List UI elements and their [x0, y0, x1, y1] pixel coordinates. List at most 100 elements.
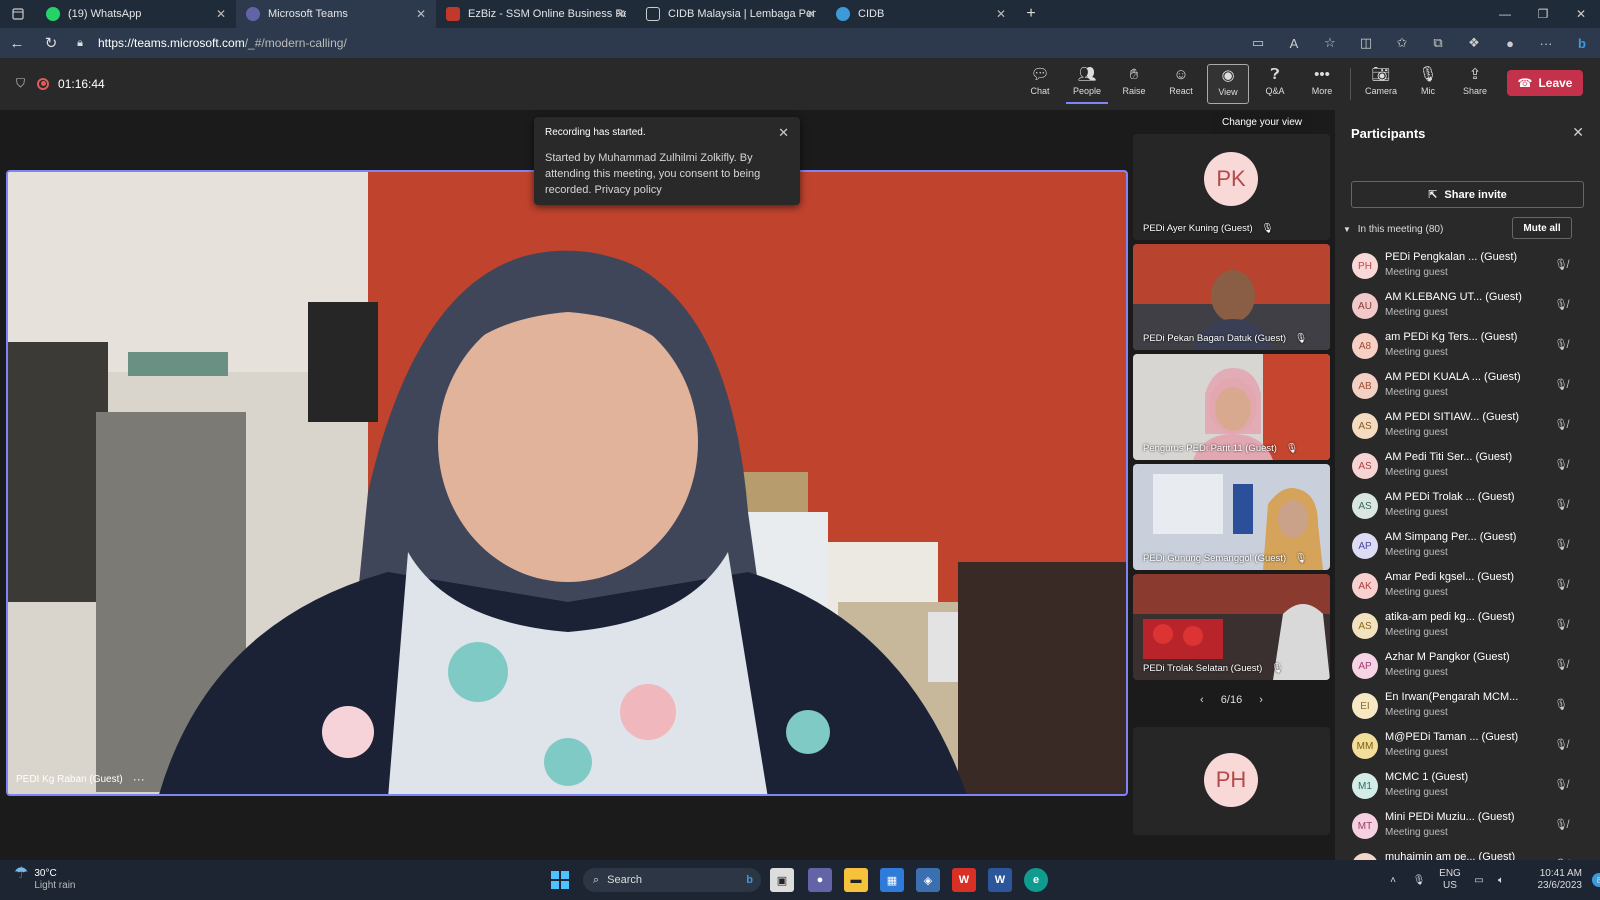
- mic-off-icon[interactable]: 🎙︎̸: [1554, 418, 1568, 431]
- video-tile-ph[interactable]: PH: [1133, 727, 1330, 835]
- file-explorer-icon[interactable]: ▬: [844, 868, 868, 892]
- participant-row[interactable]: AS AM PEDI SITIAW... (Guest) Meeting guest…: [1335, 406, 1600, 446]
- tab-teams[interactable]: Microsoft Teams ✕: [236, 0, 436, 28]
- video-tile-parit-11[interactable]: Pengurus PEDi Parit 11 (Guest) 🎙︎: [1133, 354, 1330, 460]
- mic-off-icon[interactable]: 🎙︎̸: [1554, 458, 1568, 471]
- clock[interactable]: 10:41 AM 23/6/2023: [1512, 868, 1583, 892]
- participant-row[interactable]: M1 MCMC 1 (Guest) Meeting guest 🎙︎̸: [1335, 766, 1600, 806]
- view-button[interactable]: ◉ View: [1207, 64, 1249, 104]
- mic-off-icon[interactable]: 🎙︎̸: [1554, 498, 1568, 511]
- extensions-icon[interactable]: ❖: [1456, 35, 1492, 51]
- mic-off-icon[interactable]: 🎙︎̸: [1554, 298, 1568, 311]
- close-icon[interactable]: ✕: [996, 7, 1006, 21]
- mic-off-icon[interactable]: 🎙︎̸: [1554, 818, 1568, 831]
- raise-hand-button[interactable]: ✋︎ Raise: [1113, 64, 1155, 104]
- participant-row[interactable]: AS AM PEDi Trolak ... (Guest) Meeting gues…: [1335, 486, 1600, 526]
- chevron-right-icon[interactable]: ›: [1259, 694, 1263, 706]
- in-meeting-header[interactable]: ▼ In this meeting (80): [1343, 224, 1443, 235]
- share-invite-button[interactable]: ⇱ Share invite: [1351, 181, 1584, 208]
- participant-row[interactable]: PH PEDi Pengkalan ... (Guest) Meeting gues…: [1335, 246, 1600, 286]
- lock-icon[interactable]: 🔒︎: [68, 37, 92, 50]
- mic-off-icon[interactable]: 🎙︎̸: [1554, 338, 1568, 351]
- participant-row[interactable]: AP Azhar M Pangkor (Guest) Meeting guest 🎙︎…: [1335, 646, 1600, 686]
- participant-row[interactable]: MAmuhaimin am pe... (Guest)Meeting guest…: [1335, 846, 1600, 860]
- favorite-icon[interactable]: ☆: [1312, 35, 1348, 51]
- taskbar-search[interactable]: ⌕ Search b: [583, 868, 761, 892]
- store-icon[interactable]: ▦: [880, 868, 904, 892]
- back-icon[interactable]: ←: [0, 35, 34, 52]
- collections-icon[interactable]: ⧉: [1420, 35, 1456, 51]
- refresh-icon[interactable]: ↻: [34, 34, 68, 52]
- weather-widget[interactable]: ☂ 30°C Light rain: [14, 866, 75, 892]
- participant-row[interactable]: EI En Irwan(Pengarah MCM... Meeting guest 🎙…: [1335, 686, 1600, 726]
- participant-row[interactable]: AS atika-am pedi kg... (Guest) Meeting gue…: [1335, 606, 1600, 646]
- participant-row[interactable]: A8 am PEDi Kg Ters... (Guest) Meeting gues…: [1335, 326, 1600, 366]
- video-tile-trolak-selatan[interactable]: PEDi Trolak Selatan (Guest) 🎙︎: [1133, 574, 1330, 680]
- close-icon[interactable]: ✕: [416, 7, 426, 21]
- read-aloud-icon[interactable]: A: [1276, 36, 1312, 51]
- url-field[interactable]: https://teams.microsoft.com/_#/modern-ca…: [98, 36, 347, 50]
- wps-office-icon[interactable]: W: [952, 868, 976, 892]
- chevron-left-icon[interactable]: ‹: [1200, 694, 1204, 706]
- mic-off-icon[interactable]: 🎙︎̸: [1554, 738, 1568, 751]
- settings-more-icon[interactable]: ···: [1528, 36, 1564, 51]
- video-tile-pekan-bagan-datuk[interactable]: PEDi Pekan Bagan Datuk (Guest) 🎙︎: [1133, 244, 1330, 350]
- restore-icon[interactable]: ❐: [1524, 7, 1562, 21]
- more-button[interactable]: ••• More: [1301, 64, 1343, 104]
- task-view-icon[interactable]: ▣: [770, 868, 794, 892]
- mic-icon[interactable]: 🎙︎: [1406, 875, 1432, 886]
- participant-row[interactable]: AS AM Pedi Titi Ser... (Guest) Meeting gue…: [1335, 446, 1600, 486]
- video-icon[interactable]: ▭: [1240, 35, 1276, 51]
- chat-button[interactable]: 💬︎ Chat: [1019, 64, 1061, 104]
- video-tile-ayer-kuning[interactable]: PK PEDi Ayer Kuning (Guest) 🎙︎: [1133, 134, 1330, 240]
- mic-off-icon[interactable]: 🎙︎̸: [1554, 658, 1568, 671]
- participant-row[interactable]: AU AM KLEBANG UT... (Guest) Meeting guest 🎙…: [1335, 286, 1600, 326]
- mic-icon[interactable]: 🎙︎: [1554, 698, 1568, 711]
- more-options-icon[interactable]: ···: [133, 772, 145, 786]
- participant-row[interactable]: AB AM PEDI KUALA ... (Guest) Meeting guest…: [1335, 366, 1600, 406]
- tab-whatsapp[interactable]: (19) WhatsApp ✕: [36, 0, 236, 28]
- tab-ezbiz[interactable]: EzBiz - SSM Online Business Reg ✕: [436, 0, 636, 28]
- minimize-icon[interactable]: —: [1486, 7, 1524, 21]
- mute-all-button[interactable]: Mute all: [1512, 217, 1572, 239]
- tab-actions-icon[interactable]: [0, 0, 36, 28]
- leave-button[interactable]: ☎ Leave: [1507, 70, 1583, 96]
- new-tab-icon[interactable]: +: [1016, 5, 1046, 23]
- volume-icon[interactable]: 🔈︎: [1490, 875, 1512, 886]
- video-tile-gunung-semanggol[interactable]: PEDi Gunung Semanggol (Guest) 🎙︎: [1133, 464, 1330, 570]
- qna-button[interactable]: ❓︎ Q&A: [1254, 64, 1296, 104]
- mic-off-icon[interactable]: 🎙︎̸: [1554, 258, 1568, 271]
- react-button[interactable]: ☺ React: [1160, 64, 1202, 104]
- share-button[interactable]: ⇪ Share: [1454, 64, 1496, 104]
- close-icon[interactable]: ✕: [616, 7, 626, 21]
- mic-button[interactable]: 🎙︎ Mic: [1407, 64, 1449, 104]
- chevron-up-icon[interactable]: ˄: [1380, 875, 1406, 886]
- close-icon[interactable]: ✕: [216, 7, 226, 21]
- main-video[interactable]: PEDI Kg Raban (Guest) ···: [6, 170, 1128, 796]
- word-icon[interactable]: W: [988, 868, 1012, 892]
- close-icon[interactable]: ✕: [778, 125, 789, 141]
- participant-row[interactable]: MT Mini PEDi Muziu... (Guest) Meeting gues…: [1335, 806, 1600, 846]
- close-window-icon[interactable]: ✕: [1562, 7, 1600, 21]
- tab-cidb[interactable]: CIDB ✕: [826, 0, 1016, 28]
- notification-badge[interactable]: 8: [1592, 873, 1600, 887]
- edge-icon[interactable]: e: [1024, 868, 1048, 892]
- tab-cidb-malaysia[interactable]: CIDB Malaysia | Lembaga Pemba ✕: [636, 0, 826, 28]
- mic-off-icon[interactable]: 🎙︎̸: [1554, 378, 1568, 391]
- network-icon[interactable]: ▭: [1468, 875, 1490, 886]
- close-icon[interactable]: ✕: [1572, 124, 1584, 141]
- split-screen-icon[interactable]: ◫: [1348, 35, 1384, 51]
- mic-off-icon[interactable]: 🎙︎̸: [1554, 538, 1568, 551]
- participant-row[interactable]: AK Amar Pedi kgsel... (Guest) Meeting gues…: [1335, 566, 1600, 606]
- windows-start-icon[interactable]: [548, 868, 572, 892]
- close-icon[interactable]: ✕: [806, 7, 816, 21]
- bing-icon[interactable]: b: [1564, 36, 1600, 51]
- mic-off-icon[interactable]: 🎙︎̸: [1554, 778, 1568, 791]
- mic-off-icon[interactable]: 🎙︎̸: [1554, 578, 1568, 591]
- camera-button[interactable]: 📷︎ Camera: [1360, 64, 1402, 104]
- app-icon[interactable]: ◈: [916, 868, 940, 892]
- participant-row[interactable]: MM M@PEDi Taman ... (Guest) Meeting guest 🎙…: [1335, 726, 1600, 766]
- profile-icon[interactable]: ●: [1492, 36, 1528, 51]
- teams-chat-icon[interactable]: ●: [808, 868, 832, 892]
- participant-row[interactable]: AP AM Simpang Per... (Guest) Meeting guest…: [1335, 526, 1600, 566]
